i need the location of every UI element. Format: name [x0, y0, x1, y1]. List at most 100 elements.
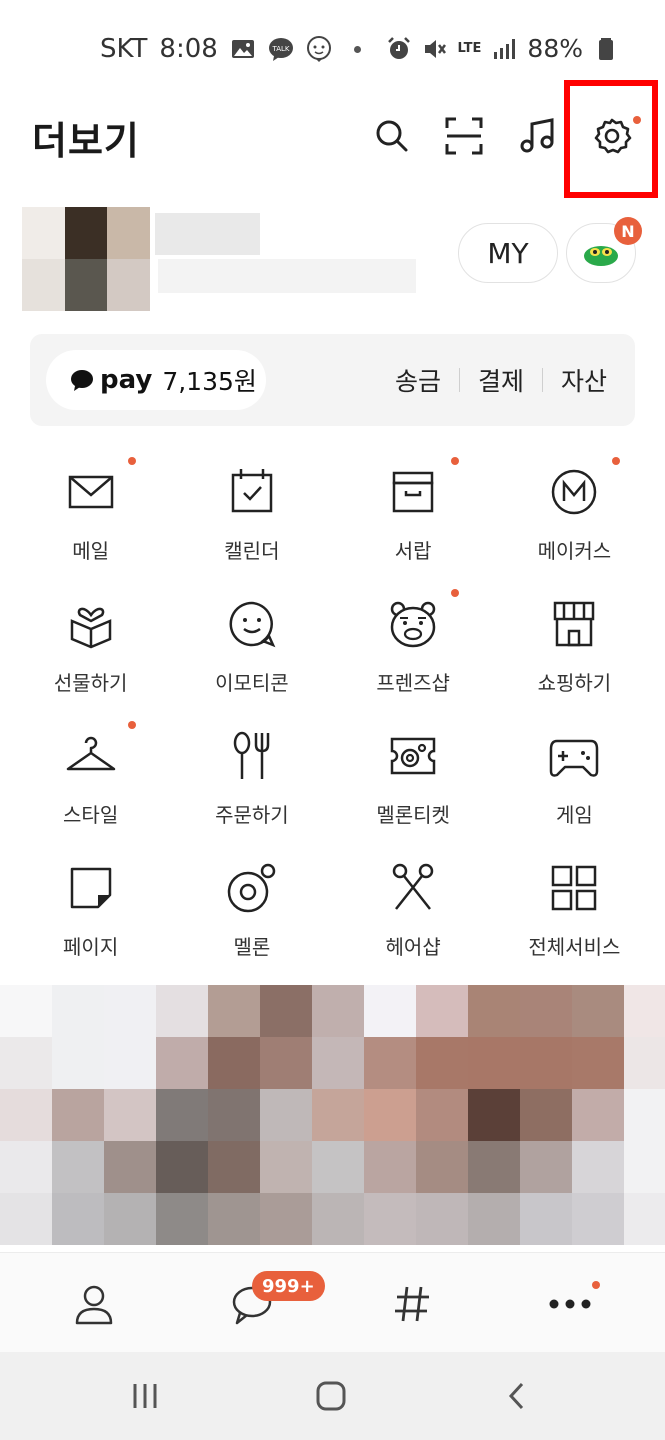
scissors-icon	[392, 863, 434, 910]
profile-status-redacted	[158, 259, 416, 293]
service-label: 게임	[555, 803, 593, 827]
new-dot	[128, 721, 136, 729]
page-icon	[70, 867, 111, 909]
nav-friends[interactable]	[64, 1279, 124, 1329]
back-button[interactable]	[492, 1374, 542, 1418]
order-icon	[233, 731, 270, 779]
service-label: 프렌즈샵	[376, 671, 450, 695]
settings-highlight-box	[564, 80, 658, 198]
carrier-label: SKT	[100, 34, 148, 64]
profile-name-redacted	[155, 213, 260, 255]
service-mail[interactable]: 메일	[10, 445, 171, 577]
promo-banner[interactable]	[0, 960, 665, 1256]
pay-links: 송금 결제 자산	[395, 362, 607, 398]
service-label: 스타일	[63, 803, 119, 827]
mute-icon	[424, 39, 446, 58]
divider	[458, 368, 460, 392]
scan-icon	[445, 117, 483, 155]
melon-icon	[227, 863, 276, 913]
service-page[interactable]: 페이지	[10, 841, 171, 973]
new-dot	[611, 457, 620, 465]
more-notifications-dot	[353, 45, 361, 53]
pay-transfer-link[interactable]: 송금	[395, 362, 441, 398]
pay-logo: pay	[100, 365, 153, 395]
service-calendar[interactable]: 캘린더	[171, 445, 332, 577]
service-drawer[interactable]: 서랍	[333, 445, 494, 577]
banner-redacted-image	[0, 985, 665, 1245]
service-label: 이모티콘	[215, 671, 289, 695]
home-button[interactable]	[306, 1374, 356, 1418]
recent-apps-icon	[133, 1384, 157, 1408]
service-game[interactable]: 게임	[494, 709, 655, 841]
service-label: 메일	[72, 539, 110, 563]
search-icon	[376, 120, 408, 152]
service-makers[interactable]: 메이커스	[494, 445, 655, 577]
calendar-icon	[231, 469, 273, 513]
gift-icon	[70, 607, 111, 649]
battery-icon	[599, 37, 613, 60]
makers-icon	[552, 469, 597, 515]
pay-assets-link[interactable]: 자산	[561, 362, 607, 398]
service-label: 전체서비스	[528, 935, 621, 959]
game-icon	[550, 739, 599, 777]
scan-button[interactable]	[440, 112, 488, 160]
divider	[541, 368, 543, 392]
service-all[interactable]: 전체서비스	[494, 841, 655, 973]
new-dot	[450, 589, 459, 597]
service-label: 메이커스	[537, 539, 612, 563]
search-button[interactable]	[368, 112, 416, 160]
service-style[interactable]: 스타일	[10, 709, 171, 841]
service-friends-shop[interactable]: 프렌즈샵	[333, 577, 494, 709]
bottom-nav: 999+	[0, 1252, 665, 1352]
recent-apps-button[interactable]	[120, 1374, 170, 1418]
page-title: 더보기	[32, 119, 140, 163]
service-emoticon[interactable]: 이모티콘	[171, 577, 332, 709]
talk-icon: TALK	[268, 38, 293, 61]
service-order[interactable]: 주문하기	[171, 709, 332, 841]
status-right: LTE 88%	[386, 34, 619, 63]
home-icon	[316, 1381, 346, 1411]
service-label: 캘린더	[224, 539, 280, 563]
service-label: 헤어샵	[385, 935, 441, 959]
service-gift[interactable]: 선물하기	[10, 577, 171, 709]
new-dot	[128, 457, 136, 465]
signal-icon	[494, 38, 516, 59]
ticket-icon	[390, 737, 436, 775]
clock: 8:08	[159, 34, 218, 64]
more-new-dot	[592, 1281, 600, 1289]
chat-unread-badge: 999+	[252, 1271, 325, 1301]
gallery-icon	[231, 40, 254, 58]
service-label: 서랍	[394, 539, 432, 563]
nav-hashtag[interactable]	[382, 1279, 442, 1329]
mail-icon	[68, 475, 113, 509]
hashtag-icon	[395, 1286, 429, 1322]
service-label: 선물하기	[53, 671, 128, 695]
pay-payment-link[interactable]: 결제	[478, 362, 524, 398]
service-label: 주문하기	[215, 803, 289, 827]
my-button[interactable]: MY	[458, 223, 558, 283]
pay-balance-button[interactable]: pay 7,135원	[46, 350, 266, 410]
emoticon-icon	[229, 601, 276, 648]
profile-section[interactable]: MY	[0, 195, 665, 320]
hanger-icon	[66, 736, 115, 771]
friends-shop-icon	[390, 601, 436, 648]
nav-more[interactable]	[540, 1279, 600, 1329]
pay-bar: pay 7,135원 송금 결제 자산	[30, 334, 635, 426]
services-grid: 메일 캘린더 서랍 메이커스 선물하기 이모티콘 프렌즈샵 쇼핑하기 스타일 주…	[10, 445, 655, 973]
music-button[interactable]	[514, 112, 562, 160]
status-left: SKT 8:08 TALK	[100, 34, 361, 64]
shopping-icon	[554, 601, 595, 647]
music-icon	[520, 118, 554, 153]
character-new-badge: N	[614, 217, 642, 245]
back-icon	[508, 1382, 524, 1410]
character-notification-icon	[306, 36, 331, 62]
avatar[interactable]	[22, 207, 150, 311]
network-label: LTE	[457, 41, 482, 56]
drawer-icon	[392, 471, 434, 513]
service-melon-ticket[interactable]: 멜론티켓	[333, 709, 494, 841]
more-icon	[549, 1299, 591, 1309]
service-melon[interactable]: 멜론	[171, 841, 332, 973]
service-shopping[interactable]: 쇼핑하기	[494, 577, 655, 709]
service-hair-shop[interactable]: 헤어샵	[333, 841, 494, 973]
service-label: 쇼핑하기	[537, 671, 612, 695]
